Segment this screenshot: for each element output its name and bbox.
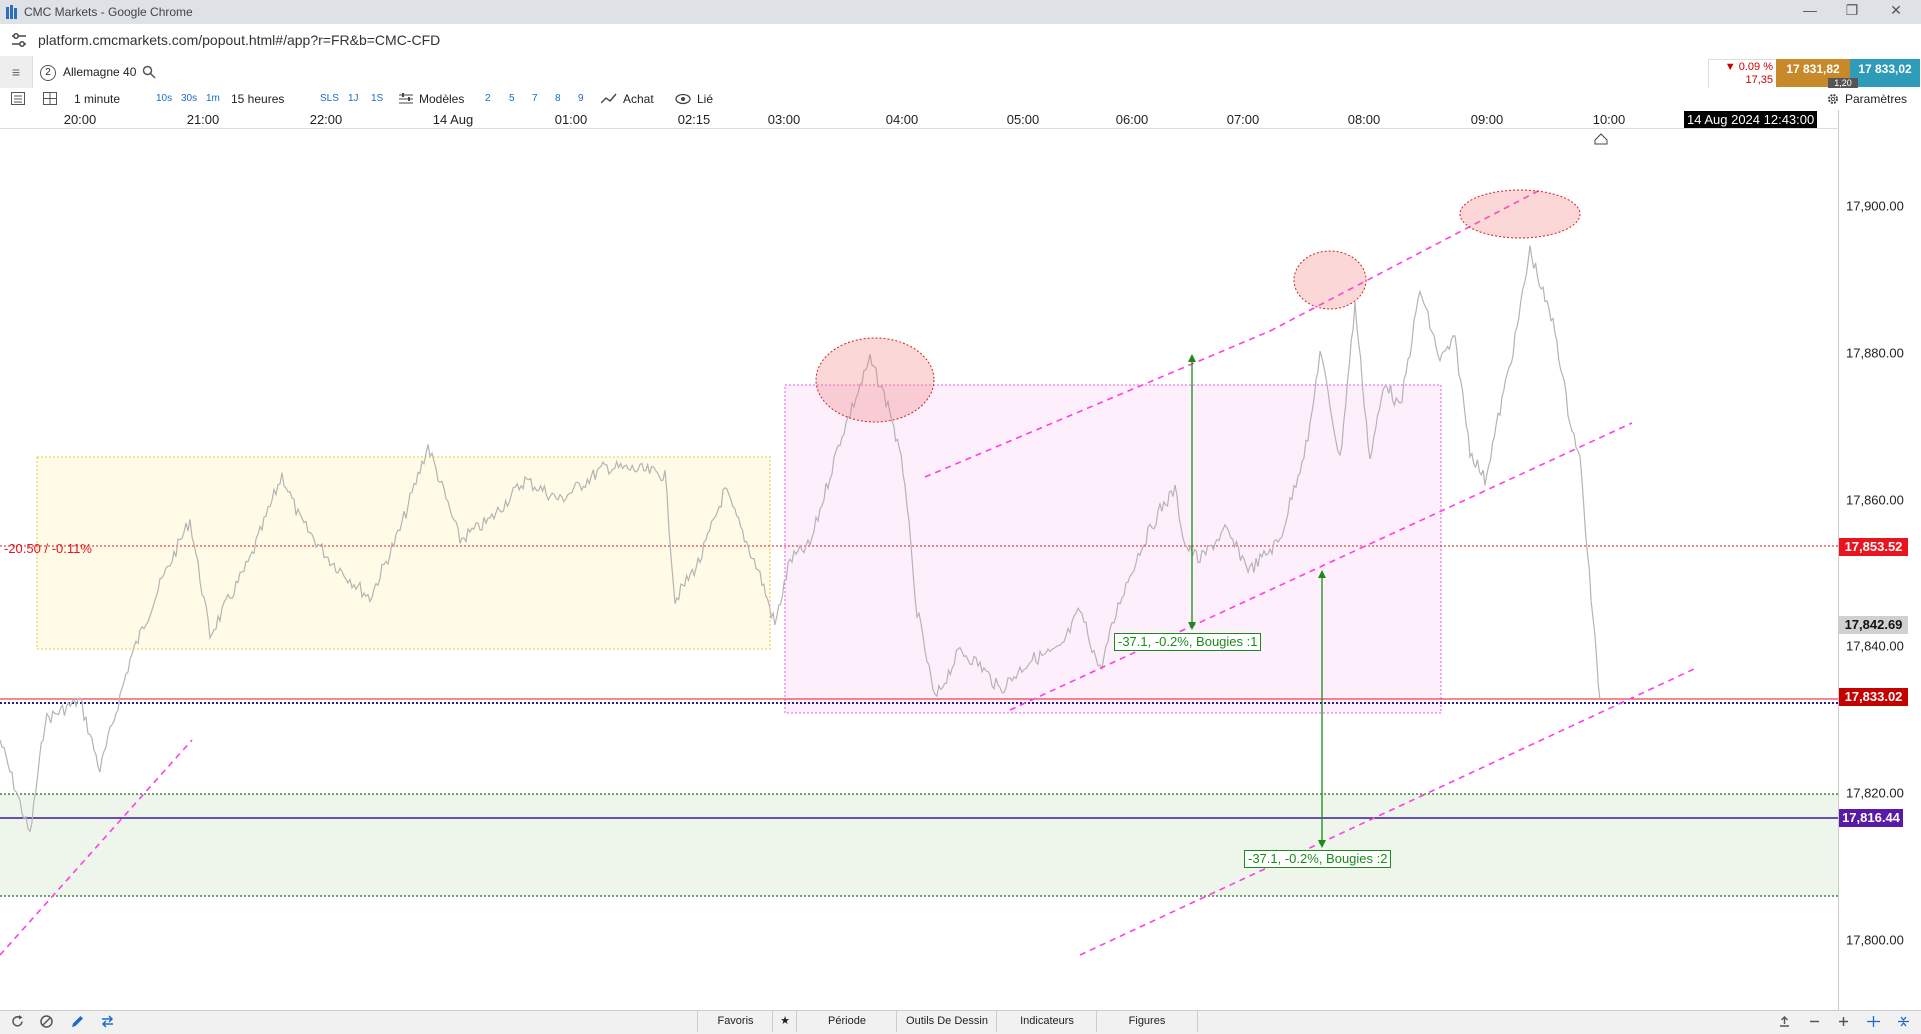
quick-sls[interactable]: SLS [320,93,339,104]
quick-9[interactable]: 9 [578,93,584,104]
pencil-icon[interactable] [70,1014,85,1029]
buy-price: 17 833,02 [1858,62,1912,76]
tab-indicators[interactable]: Indicateurs [996,1011,1097,1032]
url-text[interactable]: platform.cmcmarkets.com/popout.html#/app… [38,32,440,48]
quick-7[interactable]: 7 [532,93,538,104]
time-tick: 03:00 [767,112,801,127]
level-price-badge: 17,816.44 [1839,809,1903,827]
cursor-time-label: 14 Aug 2024 12:43:00 [1684,111,1818,128]
templates-button[interactable]: Modèles [419,92,464,106]
time-tick: 09:00 [1470,112,1504,127]
time-tick: 14 Aug [432,112,474,127]
spread-badge: 1,20 [1828,78,1858,88]
price-tick: 17,900.00 [1846,198,1904,214]
quick-1s[interactable]: 1S [371,93,383,104]
time-tick: 10:00 [1592,112,1626,127]
gear-icon[interactable] [1826,92,1840,106]
app-logo-icon [6,5,17,19]
time-marker-icon[interactable] [1594,133,1608,145]
cursor-price-badge: 17,842.69 [1839,616,1908,634]
expand-vertical-icon[interactable] [1896,1014,1911,1029]
expand-horizontal-icon[interactable] [1866,1014,1881,1029]
reference-change-label: -20.50 / -0.11% [4,541,92,556]
refresh-icon[interactable] [10,1014,25,1029]
highlight-ellipse-1[interactable] [815,337,935,423]
price-tick: 17,800.00 [1846,932,1904,948]
star-icon[interactable]: ★ [772,1011,797,1032]
zoom-out-icon[interactable] [1807,1014,1822,1029]
clear-icon[interactable] [39,1014,54,1029]
instrument-bar: ≡ 2 Allemagne 40 ▼ 0.09 % 17,35 17 831,8… [0,56,1921,89]
zoom-in-icon[interactable] [1836,1014,1851,1029]
price-tick: 17,840.00 [1846,638,1904,654]
interval-select[interactable]: 1 minute [74,92,120,106]
tab-favorites[interactable]: Favoris [697,1011,773,1032]
list-view-icon[interactable] [11,92,25,105]
quick-1j[interactable]: 1J [348,93,359,104]
measure-label-1[interactable]: -37.1, -0.2%, Bougies :1 [1114,633,1262,651]
time-tick: 06:00 [1115,112,1149,127]
quick-2[interactable]: 2 [485,93,491,104]
interval-1m[interactable]: 1m [206,93,220,104]
change-box: ▼ 0.09 % 17,35 [1708,59,1778,89]
price-tick: 17,820.00 [1846,785,1904,801]
period-select[interactable]: 15 heures [231,92,284,106]
support-zone [0,794,1838,896]
minimize-button[interactable]: — [1790,2,1830,18]
sell-price: 17 831,82 [1786,62,1840,76]
time-tick: 02:15 [677,112,711,127]
change-percent: ▼ 0.09 % [1724,61,1773,73]
address-bar[interactable]: platform.cmcmarkets.com/popout.html#/app… [0,24,1921,57]
buy-button[interactable]: Achat [623,92,654,106]
linked-button[interactable]: Lié [697,92,713,106]
search-icon[interactable] [142,65,156,79]
chart-count-badge: 2 [40,65,56,81]
highlight-ellipse-2[interactable] [1293,250,1367,310]
interval-10s[interactable]: 10s [156,93,172,104]
window-titlebar: CMC Markets - Google Chrome — ❐ ✕ [0,0,1921,24]
time-tick: 07:00 [1226,112,1260,127]
reference-price-badge: 17,853.52 [1839,538,1908,556]
price-axis [1838,110,1921,1010]
time-tick: 22:00 [309,112,343,127]
highlight-ellipse-3[interactable] [1459,189,1581,239]
layout-grid-icon[interactable] [43,92,57,105]
price-tick: 17,860.00 [1846,492,1904,508]
time-tick: 08:00 [1347,112,1381,127]
price-tick: 17,880.00 [1846,345,1904,361]
change-points: 17,35 [1745,74,1773,86]
time-tick: 05:00 [1006,112,1040,127]
settings-button[interactable]: Paramètres [1845,92,1907,106]
time-tick: 20:00 [63,112,97,127]
time-tick: 04:00 [885,112,919,127]
time-axis: 20:00 21:00 22:00 14 Aug 01:00 02:15 03:… [0,110,1838,129]
interval-30s[interactable]: 30s [181,93,197,104]
tab-period[interactable]: Période [796,1011,897,1032]
quick-8[interactable]: 8 [555,93,561,104]
close-button[interactable]: ✕ [1876,2,1916,19]
window-title: CMC Markets - Google Chrome [24,5,193,19]
time-tick: 01:00 [554,112,588,127]
range-box-yellow[interactable] [36,456,771,650]
link-icon[interactable] [675,93,691,105]
restore-button[interactable]: ❐ [1832,2,1872,19]
line-chart-icon[interactable] [601,93,617,105]
menu-icon[interactable]: ≡ [0,56,33,88]
tab-drawing-tools[interactable]: Outils De Dessin [896,1011,997,1032]
measure-arrow-1-top [1188,354,1196,362]
tab-figures[interactable]: Figures [1096,1011,1198,1032]
chart-toolbar: 1 minute 10s 30s 1m 15 heures SLS 1J 1S … [0,88,1921,111]
price-chart[interactable] [0,128,1838,1010]
last-price-badge: 17,833.02 [1839,688,1908,706]
share-icon[interactable] [1777,1014,1792,1029]
time-tick: 21:00 [186,112,220,127]
site-settings-icon[interactable] [10,32,28,48]
templates-icon[interactable] [399,93,413,105]
instrument-name[interactable]: Allemagne 40 [63,65,136,79]
measure-label-2[interactable]: -37.1, -0.2%, Bougies :2 [1244,850,1392,868]
quick-5[interactable]: 5 [509,93,515,104]
swap-arrows-icon[interactable] [100,1014,115,1029]
buy-price-button[interactable]: 17 833,02 [1850,59,1920,87]
